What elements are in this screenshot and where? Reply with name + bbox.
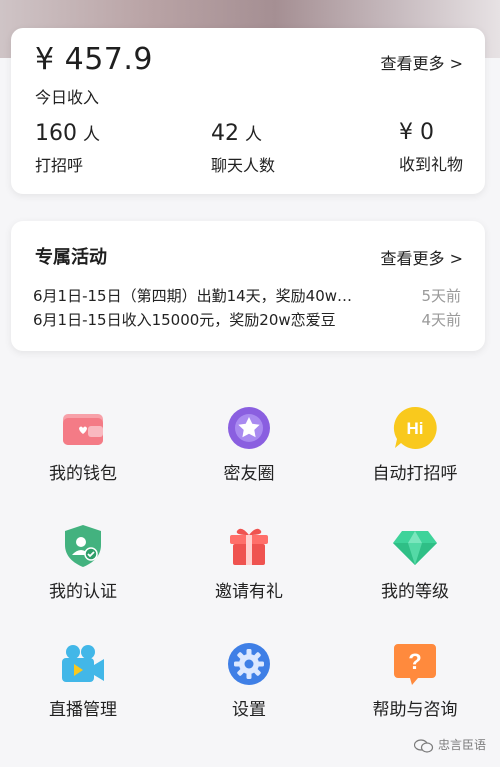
hi-icon: Hi [393,406,437,449]
income-stats: 160 人 打招呼 42 人 聊天人数 ¥ 0 收到礼物 [35,120,463,180]
activity-view-more-link[interactable]: 查看更多 > [381,245,464,269]
menu-item-label: 直播管理 [49,700,117,720]
menu-item-label: 我的等级 [381,582,449,602]
wallet-icon [63,414,103,445]
menu-item-certification[interactable]: 我的认证 [0,513,166,623]
activity-item-text: 6月1日-15日（第四期）出勤14天，奖励40w… [33,287,353,305]
activity-item-time: 5天前 [421,287,461,305]
menu-item-help[interactable]: ? 帮助与咨询 [332,631,498,741]
income-view-more-link[interactable]: 查看更多 > [381,50,464,74]
star-badge-icon [228,407,270,449]
menu-item-label: 帮助与咨询 [372,700,458,720]
menu-item-label: 邀请有礼 [215,582,283,602]
activity-item[interactable]: 6月1日-15日收入15000元，奖励20w恋爱豆 4天前 [33,309,461,331]
stat-greetings-label: 打招呼 [35,156,84,175]
menu-item-invite[interactable]: 邀请有礼 [166,513,332,623]
question-icon: ? [394,644,436,685]
today-income-label: 今日收入 [35,88,100,107]
stat-chat-count[interactable]: 42 人 聊天人数 [211,120,275,176]
menu-item-level[interactable]: 我的等级 [332,513,498,623]
activity-item-text: 6月1日-15日收入15000元，奖励20w恋爱豆 [33,311,336,329]
stat-gifts-value: ¥ 0 [398,120,434,145]
menu-item-close-friends[interactable]: 密友圈 [166,395,332,505]
stat-greetings[interactable]: 160 人 打招呼 [35,120,100,176]
activity-item[interactable]: 6月1日-15日（第四期）出勤14天，奖励40w… 5天前 [33,285,461,307]
gift-icon [230,528,268,565]
activity-card: 专属活动 查看更多 > 6月1日-15日（第四期）出勤14天，奖励40w… 5天… [11,221,485,351]
menu-item-label: 我的认证 [49,582,117,602]
activity-item-time: 4天前 [421,311,461,329]
watermark: 忠言臣语 [413,736,486,753]
wechat-icon [413,738,434,753]
menu-item-label: 密友圈 [223,464,275,484]
svg-text:?: ? [408,649,421,674]
stat-gifts[interactable]: ¥ 0 收到礼物 [399,120,463,175]
svg-text:Hi: Hi [407,419,424,438]
activity-title: 专属活动 [35,247,107,268]
stat-chat-value: 42 [211,121,239,146]
income-card: ¥ 457.9 今日收入 查看更多 > 160 人 打招呼 42 人 聊天人数 ¥ … [11,28,485,194]
today-income-amount: ¥ 457.9 [35,42,154,77]
menu-item-auto-greet[interactable]: Hi 自动打招呼 [332,395,498,505]
stat-greetings-unit: 人 [83,125,100,145]
gear-icon [228,643,270,685]
watermark-text: 忠言臣语 [437,738,486,752]
video-camera-icon [62,645,104,682]
diamond-icon [393,531,437,565]
shield-user-icon [65,525,101,567]
menu-item-wallet[interactable]: 我的钱包 [0,395,166,505]
stat-gifts-label: 收到礼物 [398,155,463,174]
stat-chat-unit: 人 [245,125,262,145]
menu-item-settings[interactable]: 设置 [166,631,332,741]
menu-item-label: 设置 [232,700,266,720]
stat-greetings-value: 160 [35,121,77,146]
stat-chat-label: 聊天人数 [211,156,276,175]
menu-item-label: 我的钱包 [49,464,117,484]
menu-item-live-management[interactable]: 直播管理 [0,631,166,741]
menu-item-label: 自动打招呼 [372,464,458,484]
